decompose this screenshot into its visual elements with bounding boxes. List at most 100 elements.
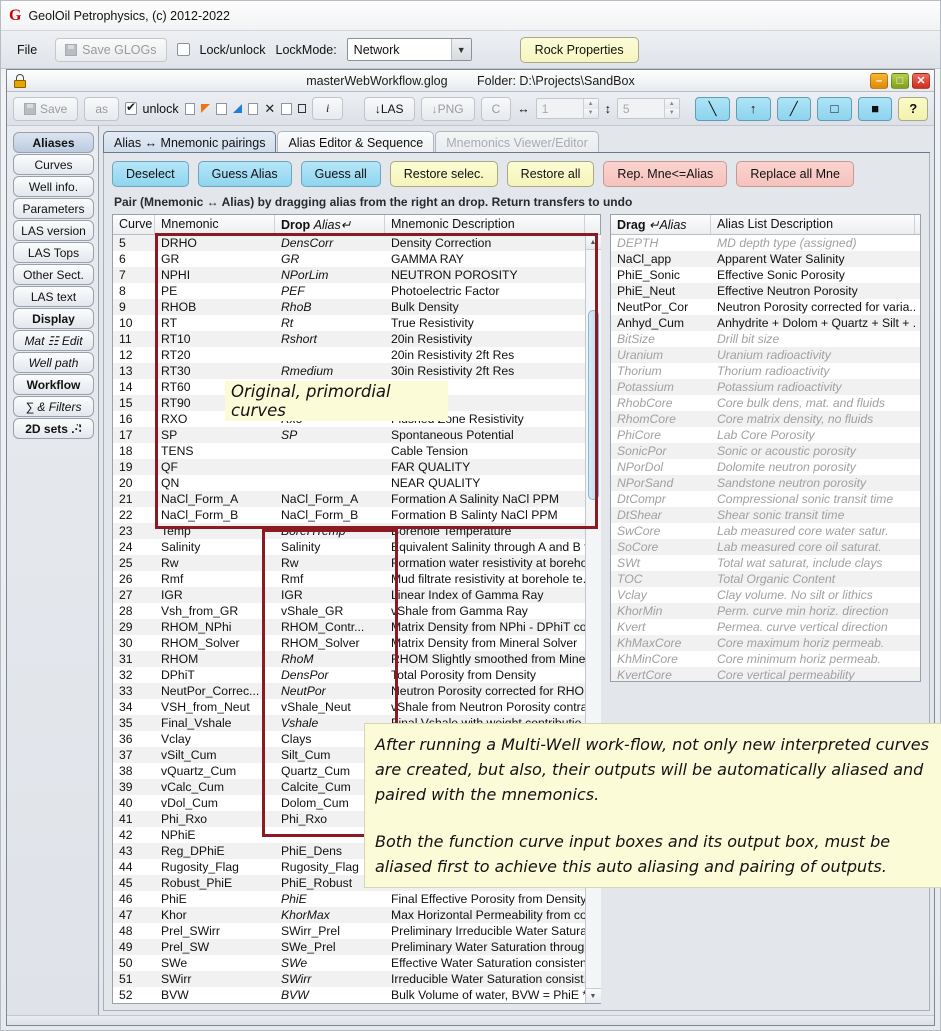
list-item[interactable]: SwCore Lab measured core water satur. (611, 523, 920, 539)
action-rep-mne-alias-button[interactable]: Rep. Mne<=Alias (603, 161, 728, 187)
cell-alias-name[interactable]: SWt (611, 555, 711, 571)
cell-alias[interactable] (275, 347, 385, 363)
save-as-button[interactable]: as (84, 96, 120, 121)
cell-alias-name[interactable]: DEPTH (611, 235, 711, 251)
scroll-thumb[interactable] (587, 310, 599, 500)
cell-alias[interactable]: PEF (275, 283, 385, 299)
list-item[interactable]: DtCompr Compressional sonic transit time (611, 491, 920, 507)
list-item[interactable]: SWt Total wat saturat, include clays (611, 555, 920, 571)
tab-mnemonics-viewer-editor[interactable]: Mnemonics Viewer/Editor (435, 131, 599, 153)
help-button[interactable]: ? (898, 96, 928, 121)
list-item[interactable]: NeutPor_Cor Neutron Porosity corrected fo… (611, 299, 920, 315)
option-checkbox-3[interactable] (247, 102, 259, 115)
cell-alias[interactable]: SP (275, 427, 385, 443)
column-header[interactable]: Alias List Description (711, 215, 915, 234)
save-glogs-button[interactable]: Save GLOGs (55, 37, 167, 62)
cell-alias[interactable]: Salinity (275, 539, 385, 555)
sidebar-item-las-tops[interactable]: LAS Tops (13, 242, 94, 263)
cell-alias-name[interactable]: Vclay (611, 587, 711, 603)
rectangle-tool-button[interactable]: □ (817, 96, 852, 121)
orange-triangle-icon[interactable] (201, 104, 211, 113)
cell-alias-name[interactable]: KhMaxCore (611, 635, 711, 651)
table-row[interactable]: 34 VSH_from_Neut vShale_Neut vShale from Ne… (113, 699, 585, 715)
list-item[interactable]: NaCl_app Apparent Water Salinity (611, 251, 920, 267)
table-row[interactable]: 17 SP SP Spontaneous Potential (113, 427, 585, 443)
sidebar-item-2d-sets[interactable]: 2D sets .·̈∶ (13, 418, 94, 439)
cell-alias[interactable]: SWe (275, 955, 385, 971)
cell-alias[interactable]: SWirr_Prel (275, 923, 385, 939)
sidebar-item-display[interactable]: Display (13, 308, 94, 329)
menu-file[interactable]: File (9, 40, 45, 60)
list-item[interactable]: RhobCore Core bulk dens, mat. and fluids (611, 395, 920, 411)
cell-alias-name[interactable]: Anhyd_Cum (611, 315, 711, 331)
close-button[interactable]: ✕ (912, 72, 930, 89)
save-button[interactable]: Save (13, 96, 79, 121)
option-checkbox-4[interactable] (281, 102, 292, 115)
cell-alias[interactable]: vShale_GR (275, 603, 385, 619)
action-guess-alias-button[interactable]: Guess Alias (197, 161, 292, 187)
table-row[interactable]: 27 IGR IGR Linear Index of Gamma Ray (113, 587, 585, 603)
line-tool-button[interactable]: ╲ (695, 96, 730, 121)
sidebar-item-well-info[interactable]: Well info. (13, 176, 94, 197)
scroll-up-icon[interactable]: ▲ (585, 235, 601, 250)
cell-alias-name[interactable]: KhorMin (611, 603, 711, 619)
sidebar-item-other-sect[interactable]: Other Sect. (13, 264, 94, 285)
cell-alias-name[interactable]: Kvert (611, 619, 711, 635)
scroll-down-icon[interactable]: ▼ (585, 988, 601, 1003)
cell-alias[interactable]: NaCl_Form_A (275, 491, 385, 507)
filled-square-tool-button[interactable]: ■ (857, 96, 893, 121)
cell-alias-name[interactable]: NPorDol (611, 459, 711, 475)
diagonal-arrow-tool-button[interactable]: ╱ (776, 96, 812, 121)
table-row[interactable]: 25 Rw Rw Formation water resistivity at bor… (113, 555, 585, 571)
cell-alias[interactable]: Rmedium (275, 363, 385, 379)
table-row[interactable]: 12 RT20 20in Resistivity 2ft Res (113, 347, 585, 363)
cell-alias-name[interactable]: KhMinCore (611, 651, 711, 667)
cell-alias[interactable]: BoreHTemp (275, 523, 385, 539)
table-row[interactable]: 47 Khor KhorMax Max Horizontal Permeability… (113, 907, 585, 923)
table-row[interactable]: 46 PhiE PhiE Final Effective Porosity from … (113, 891, 585, 907)
table-row[interactable]: 20 QN NEAR QUALITY (113, 475, 585, 491)
tab-alias-mnemonic-pairings[interactable]: Alias ↔ Mnemonic pairings (103, 131, 277, 153)
table-row[interactable]: 6 GR GR GAMMA RAY (113, 251, 585, 267)
cell-alias[interactable]: DensPor (275, 667, 385, 683)
action-guess-all-button[interactable]: Guess all (300, 161, 381, 187)
up-arrow-tool-button[interactable]: ↑ (735, 96, 771, 121)
table-row[interactable]: 11 RT10 Rshort 20in Resistivity (113, 331, 585, 347)
maximize-button[interactable]: □ (891, 72, 909, 89)
cell-alias[interactable]: Rmf (275, 571, 385, 587)
sidebar-item-las-version[interactable]: LAS version (13, 220, 94, 241)
cell-alias[interactable]: RHOM_Solver (275, 635, 385, 651)
square-outline-icon[interactable] (297, 104, 306, 113)
list-item[interactable]: DEPTH MD depth type (assigned) (611, 235, 920, 251)
list-item[interactable]: KhMinCore Core minimum horiz permeab. (611, 651, 920, 667)
cell-alias[interactable]: NaCl_Form_B (275, 507, 385, 523)
option-checkbox-2[interactable] (216, 102, 227, 115)
table-row[interactable]: 51 SWirr SWirr Irreducible Water Saturation… (113, 971, 585, 987)
cell-alias[interactable]: Rw (275, 555, 385, 571)
table-row[interactable]: 30 RHOM_Solver RHOM_Solver Matrix Density f… (113, 635, 585, 651)
list-item[interactable]: DtShear Shear sonic transit time (611, 507, 920, 523)
table-row[interactable]: 28 Vsh_from_GR vShale_GR vShale from Gamma … (113, 603, 585, 619)
cell-alias[interactable]: PhiE (275, 891, 385, 907)
alias-table-body[interactable]: DEPTH MD depth type (assigned) NaCl_app App… (611, 235, 920, 681)
cell-alias[interactable]: vShale_Neut (275, 699, 385, 715)
table-row[interactable]: 22 NaCl_Form_B NaCl_Form_B Formation B Sali… (113, 507, 585, 523)
list-item[interactable]: Uranium Uranium radioactivity (611, 347, 920, 363)
column-header[interactable]: Mnemonic (155, 215, 275, 234)
unlock-checkbox[interactable] (125, 100, 137, 115)
list-item[interactable]: NPorSand Sandstone neutron porosity (611, 475, 920, 491)
cell-alias[interactable]: Rt (275, 315, 385, 331)
cell-alias[interactable]: BVW (275, 987, 385, 1003)
copy-button[interactable]: C (480, 96, 512, 121)
cell-alias-name[interactable]: PhiE_Sonic (611, 267, 711, 283)
cell-alias-name[interactable]: PhiE_Neut (611, 283, 711, 299)
table-row[interactable]: 29 RHOM_NPhi RHOM_Contr... Matrix Density f… (113, 619, 585, 635)
table-row[interactable]: 5 DRHO DensCorr Density Correction (113, 235, 585, 251)
action-deselect-button[interactable]: Deselect (112, 161, 189, 187)
table-row[interactable]: 31 RHOM RhoM RHOM Slightly smoothed from Mi… (113, 651, 585, 667)
width-stepper[interactable]: 1 ▲ ▼ (535, 98, 599, 119)
minimize-button[interactable]: – (870, 72, 888, 89)
list-item[interactable]: PhiE_Sonic Effective Sonic Porosity (611, 267, 920, 283)
tab-alias-editor-sequence[interactable]: Alias Editor & Sequence (277, 131, 435, 153)
action-restore-selec-button[interactable]: Restore selec. (389, 161, 498, 187)
